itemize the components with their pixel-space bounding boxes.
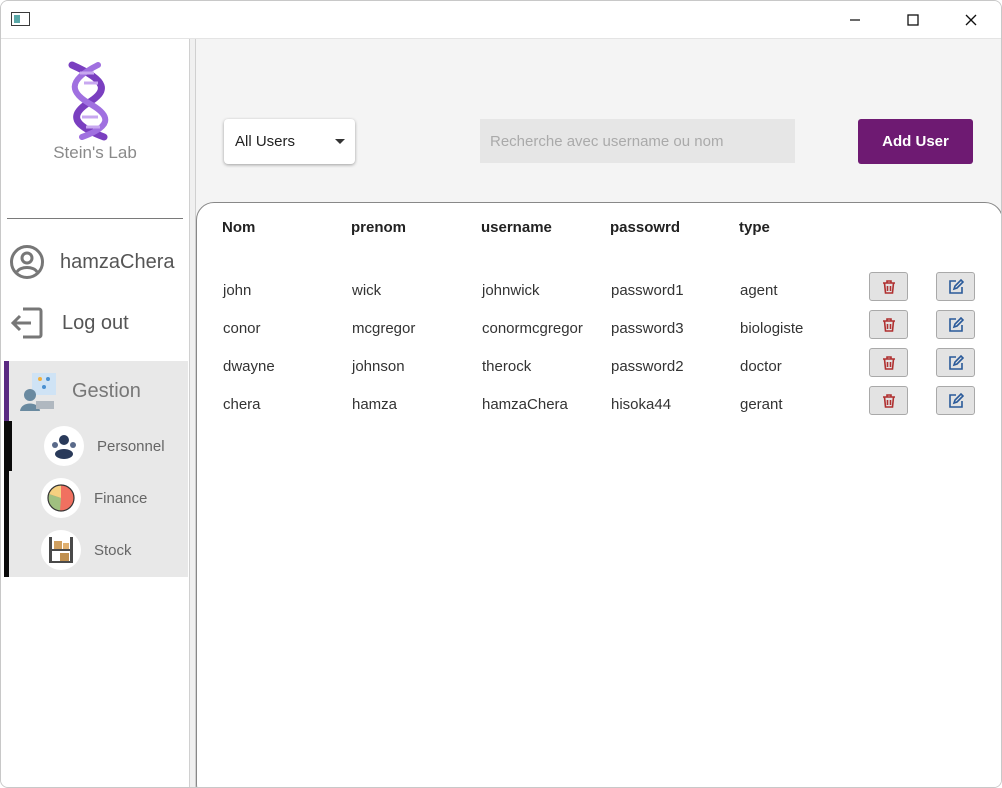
sidebar-splitter[interactable] bbox=[189, 39, 196, 787]
column-header: username bbox=[481, 219, 552, 236]
gestion-active-indicator bbox=[4, 361, 9, 421]
cell-nom: john bbox=[223, 282, 252, 299]
column-header: type bbox=[739, 219, 770, 236]
cell-type: gerant bbox=[740, 396, 783, 413]
trash-icon bbox=[882, 317, 895, 332]
dna-logo-icon bbox=[68, 61, 109, 141]
sidebar-item-label: Finance bbox=[94, 489, 148, 507]
column-header: prenom bbox=[351, 219, 407, 236]
delete-button[interactable] bbox=[869, 272, 908, 301]
gestion-menu: Gestion Personnel Finance Stock bbox=[4, 361, 188, 577]
cell-nom: dwayne bbox=[223, 358, 275, 375]
users-table: Nom prenom username passowrd type john w… bbox=[196, 202, 1001, 787]
people-icon bbox=[52, 435, 76, 459]
edit-button[interactable] bbox=[936, 310, 975, 339]
edit-button[interactable] bbox=[936, 386, 975, 415]
username-label: hamzaChera bbox=[60, 250, 175, 273]
sidebar-item-personnel[interactable]: Personnel bbox=[44, 426, 165, 466]
maximize-icon bbox=[907, 14, 919, 26]
delete-button[interactable] bbox=[869, 386, 908, 415]
trash-icon bbox=[882, 355, 895, 370]
cell-password: password1 bbox=[611, 282, 684, 299]
gestion-icon bbox=[20, 373, 56, 411]
close-button[interactable] bbox=[948, 1, 994, 39]
minimize-icon bbox=[850, 19, 860, 21]
delete-button[interactable] bbox=[869, 310, 908, 339]
cell-password: password3 bbox=[611, 320, 684, 337]
trash-icon bbox=[882, 279, 895, 294]
minimize-button[interactable] bbox=[832, 1, 878, 39]
personnel-indicator bbox=[4, 421, 12, 471]
cell-username: hamzaChera bbox=[482, 396, 568, 413]
cell-prenom: hamza bbox=[352, 396, 398, 413]
user-filter-select[interactable]: All Users bbox=[224, 119, 355, 164]
cell-prenom: johnson bbox=[352, 358, 405, 375]
cell-nom: conor bbox=[223, 320, 261, 337]
cell-prenom: mcgregor bbox=[352, 320, 416, 337]
sidebar-item-finance[interactable]: Finance bbox=[41, 478, 147, 518]
cell-password: hisoka44 bbox=[611, 396, 672, 413]
cell-username: conormcgregor bbox=[482, 320, 583, 337]
table-row: chera hamza hamzaChera hisoka44 gerant bbox=[197, 386, 1001, 424]
delete-button[interactable] bbox=[869, 348, 908, 377]
cell-prenom: wick bbox=[352, 282, 382, 299]
column-header: Nom bbox=[222, 219, 256, 236]
cell-type: biologiste bbox=[740, 320, 804, 337]
table-row: john wick johnwick password1 agent bbox=[197, 272, 1001, 310]
edit-button[interactable] bbox=[936, 272, 975, 301]
title-bar bbox=[1, 1, 1001, 39]
edit-icon bbox=[948, 278, 964, 294]
logout-button[interactable]: Log out bbox=[9, 305, 129, 341]
search-input[interactable] bbox=[480, 119, 795, 163]
edit-icon bbox=[948, 316, 964, 332]
chevron-down-icon bbox=[335, 139, 345, 144]
gestion-label: Gestion bbox=[72, 379, 141, 402]
edit-icon bbox=[948, 392, 964, 408]
table-row: conor mcgregor conormcgregor password3 b… bbox=[197, 310, 1001, 348]
sidebar-item-stock[interactable]: Stock bbox=[41, 530, 132, 570]
edit-button[interactable] bbox=[936, 348, 975, 377]
user-profile[interactable]: hamzaChera bbox=[9, 244, 175, 280]
table-row: dwayne johnson therock password2 doctor bbox=[197, 348, 1001, 386]
logout-icon bbox=[10, 307, 43, 339]
submenu-indicator bbox=[4, 471, 9, 577]
app-icon bbox=[11, 12, 30, 26]
add-user-button[interactable]: Add User bbox=[858, 119, 973, 164]
divider bbox=[7, 218, 183, 219]
cell-password: password2 bbox=[611, 358, 684, 375]
trash-icon bbox=[882, 393, 895, 408]
shelves-icon bbox=[49, 537, 73, 563]
main-content: All Users Add User Nom prenom username p… bbox=[196, 39, 1001, 787]
gestion-menu-header[interactable]: Gestion bbox=[18, 371, 141, 411]
cell-username: therock bbox=[482, 358, 532, 375]
user-filter-value: All Users bbox=[235, 133, 296, 150]
app-window: Stein's Lab hamzaChera Log out Gestion P… bbox=[0, 0, 1002, 788]
cell-nom: chera bbox=[223, 396, 261, 413]
column-header: passowrd bbox=[610, 219, 681, 236]
close-icon bbox=[965, 14, 977, 26]
edit-icon bbox=[948, 354, 964, 370]
logout-label: Log out bbox=[62, 311, 129, 334]
brand-name: Stein's Lab bbox=[53, 143, 137, 162]
cell-type: agent bbox=[740, 282, 778, 299]
maximize-button[interactable] bbox=[890, 1, 936, 39]
cell-type: doctor bbox=[740, 358, 782, 375]
user-circle-icon bbox=[10, 245, 44, 279]
cell-username: johnwick bbox=[482, 282, 540, 299]
sidebar-item-label: Personnel bbox=[97, 437, 165, 455]
pie-chart-icon bbox=[47, 484, 75, 512]
sidebar-item-label: Stock bbox=[94, 541, 132, 559]
